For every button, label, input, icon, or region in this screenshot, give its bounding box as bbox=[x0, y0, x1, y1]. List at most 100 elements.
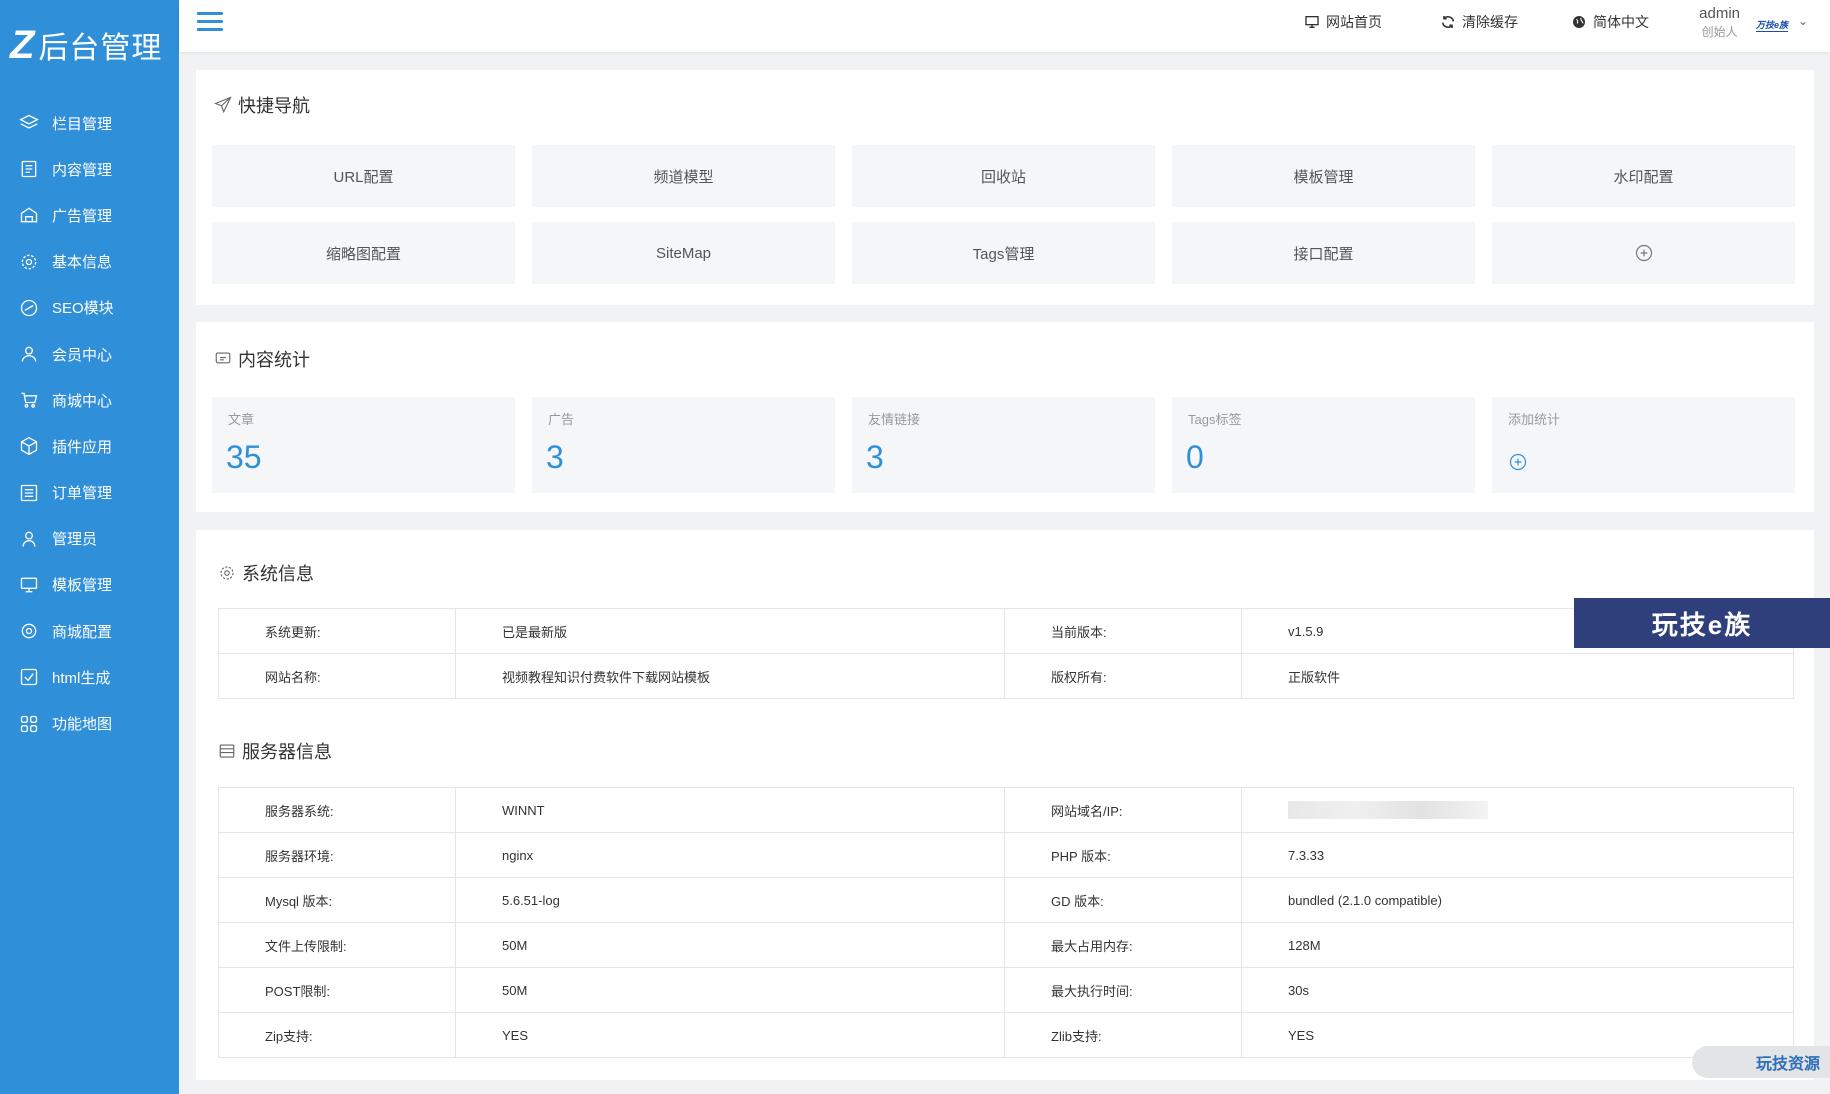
sidebar-item-label: 模板管理 bbox=[52, 577, 113, 595]
clear-cache-link[interactable]: 清除缓存 bbox=[1440, 12, 1518, 32]
plus-circle-icon[interactable] bbox=[1508, 452, 1528, 472]
info-value-redacted bbox=[1241, 787, 1794, 833]
grid-icon bbox=[18, 713, 40, 735]
info-key: 网站名称: bbox=[218, 653, 456, 699]
sidebar-item-plugins[interactable]: 插件应用 bbox=[0, 423, 179, 469]
sidebar-item-label: 商城配置 bbox=[52, 623, 113, 641]
stat-card-add[interactable]: 添加统计 bbox=[1492, 397, 1795, 493]
tile-tags-manage[interactable]: Tags管理 bbox=[852, 222, 1155, 284]
info-value: 视频教程知识付费软件下载网站模板 bbox=[455, 653, 1005, 699]
table-row: 系统更新: 已是最新版 当前版本: v1.5.9 bbox=[218, 608, 1794, 654]
tile-channel-model[interactable]: 频道模型 bbox=[532, 145, 835, 207]
language-switch[interactable]: 简体中文 bbox=[1571, 12, 1649, 32]
redacted-domain bbox=[1288, 801, 1488, 819]
content-stats-title-text: 内容统计 bbox=[238, 350, 310, 370]
info-key: 版权所有: bbox=[1004, 653, 1242, 699]
info-key: Mysql 版本: bbox=[218, 877, 456, 923]
stat-label: 文章 bbox=[228, 412, 255, 427]
gear-icon bbox=[220, 566, 234, 580]
content-stats-title: 内容统计 bbox=[214, 346, 310, 372]
quick-nav-panel: 快捷导航 URL配置 频道模型 回收站 模板管理 水印配置 缩略图配置 Site… bbox=[196, 70, 1814, 305]
info-value: 已是最新版 bbox=[455, 608, 1005, 654]
info-value: WINNT bbox=[455, 787, 1005, 833]
stat-card-links[interactable]: 友情链接 3 bbox=[852, 397, 1155, 493]
sidebar-item-templates[interactable]: 模板管理 bbox=[0, 562, 179, 608]
info-value: 128M bbox=[1241, 922, 1794, 968]
info-key: Zlib支持: bbox=[1004, 1012, 1242, 1058]
tile-template-manage[interactable]: 模板管理 bbox=[1172, 145, 1475, 207]
add-shortcut-button[interactable] bbox=[1492, 222, 1795, 284]
sidebar-item-members[interactable]: 会员中心 bbox=[0, 331, 179, 377]
stat-label: Tags标签 bbox=[1188, 412, 1242, 427]
admin-icon bbox=[18, 528, 40, 550]
info-key: 网站域名/IP: bbox=[1004, 787, 1242, 833]
tile-url-config[interactable]: URL配置 bbox=[212, 145, 515, 207]
info-value: 30s bbox=[1241, 967, 1794, 1013]
ad-icon bbox=[18, 204, 40, 226]
sidebar-item-label: 内容管理 bbox=[52, 161, 113, 179]
monitor-icon bbox=[18, 574, 40, 596]
user-menu[interactable]: admin 创始人 bbox=[1699, 5, 1740, 40]
gear-icon bbox=[18, 251, 40, 273]
info-key: 最大占用内存: bbox=[1004, 922, 1242, 968]
stat-value: 35 bbox=[226, 439, 262, 475]
logo-text: 后台管理 bbox=[38, 32, 163, 65]
sidebar-item-label: 栏目管理 bbox=[52, 115, 113, 133]
stat-card-ads[interactable]: 广告 3 bbox=[532, 397, 835, 493]
clear-cache-label: 清除缓存 bbox=[1462, 14, 1518, 30]
content-stats-panel: 内容统计 文章 35 广告 3 友情链接 3 Tags标签 0 添加统计 bbox=[196, 322, 1814, 512]
sidebar-item-shop[interactable]: 商城中心 bbox=[0, 377, 179, 423]
avatar[interactable]: 万技e族 bbox=[1755, 18, 1788, 32]
menu-toggle-icon[interactable] bbox=[197, 12, 223, 38]
sidebar-item-content[interactable]: 内容管理 bbox=[0, 146, 179, 192]
sidebar-item-label: 功能地图 bbox=[52, 716, 113, 734]
server-info-table: 服务器系统: WINNT 网站域名/IP: 服务器环境: nginx PHP 版… bbox=[218, 787, 1794, 1058]
sidebar-item-html[interactable]: html生成 bbox=[0, 654, 179, 700]
sidebar-item-ads[interactable]: 广告管理 bbox=[0, 192, 179, 238]
tile-api-config[interactable]: 接口配置 bbox=[1172, 222, 1475, 284]
info-key: GD 版本: bbox=[1004, 877, 1242, 923]
sidebar-item-label: 广告管理 bbox=[52, 207, 113, 225]
user-name: admin bbox=[1699, 5, 1740, 22]
plus-circle-icon bbox=[1635, 244, 1652, 262]
tile-thumbnail-config[interactable]: 缩略图配置 bbox=[212, 222, 515, 284]
logo[interactable]: Z 后台管理 bbox=[0, 0, 179, 90]
top-header: 网站首页 清除缓存 简体中文 admin 创始人 万技e族 ⌄ bbox=[179, 0, 1830, 52]
sidebar-item-admins[interactable]: 管理员 bbox=[0, 516, 179, 562]
tile-watermark-config[interactable]: 水印配置 bbox=[1492, 145, 1795, 207]
seo-icon bbox=[18, 297, 40, 319]
stat-card-tags[interactable]: Tags标签 0 bbox=[1172, 397, 1475, 493]
watermark-banner: 玩技e族 bbox=[1574, 598, 1830, 648]
tile-recycle-bin[interactable]: 回收站 bbox=[852, 145, 1155, 207]
sidebar-item-column[interactable]: 栏目管理 bbox=[0, 100, 179, 146]
table-row: Mysql 版本: 5.6.51-log GD 版本: bundled (2.1… bbox=[218, 877, 1794, 923]
info-value: bundled (2.1.0 compatible) bbox=[1241, 877, 1794, 923]
sidebar-item-label: SEO模块 bbox=[52, 300, 114, 318]
stat-label: 广告 bbox=[548, 412, 575, 427]
layers-icon bbox=[18, 112, 40, 134]
chevron-down-icon[interactable]: ⌄ bbox=[1798, 14, 1808, 28]
sidebar-item-seo[interactable]: SEO模块 bbox=[0, 285, 179, 331]
user-icon bbox=[18, 343, 40, 365]
site-home-label: 网站首页 bbox=[1326, 14, 1382, 30]
info-key: 最大执行时间: bbox=[1004, 967, 1242, 1013]
tile-sitemap[interactable]: SiteMap bbox=[532, 222, 835, 284]
sidebar-item-orders[interactable]: 订单管理 bbox=[0, 470, 179, 516]
stat-label: 友情链接 bbox=[868, 412, 921, 427]
stat-card-articles[interactable]: 文章 35 bbox=[212, 397, 515, 493]
stat-value: 0 bbox=[1186, 439, 1204, 475]
sidebar-item-shop-config[interactable]: 商城配置 bbox=[0, 608, 179, 654]
sidebar-item-basic-info[interactable]: 基本信息 bbox=[0, 239, 179, 285]
info-value: YES bbox=[455, 1012, 1005, 1058]
document-icon bbox=[18, 158, 40, 180]
info-value: 7.3.33 bbox=[1241, 832, 1794, 878]
table-row: Zip支持: YES Zlib支持: YES bbox=[218, 1012, 1794, 1058]
site-home-link[interactable]: 网站首页 bbox=[1304, 12, 1382, 32]
table-row: 服务器系统: WINNT 网站域名/IP: bbox=[218, 787, 1794, 833]
sidebar-item-label: 插件应用 bbox=[52, 438, 113, 456]
list-icon bbox=[18, 482, 40, 504]
table-row: 服务器环境: nginx PHP 版本: 7.3.33 bbox=[218, 832, 1794, 878]
sidebar-item-map[interactable]: 功能地图 bbox=[0, 700, 179, 746]
system-info-table: 系统更新: 已是最新版 当前版本: v1.5.9 网站名称: 视频教程知识付费软… bbox=[218, 608, 1794, 699]
table-row: POST限制: 50M 最大执行时间: 30s bbox=[218, 967, 1794, 1013]
